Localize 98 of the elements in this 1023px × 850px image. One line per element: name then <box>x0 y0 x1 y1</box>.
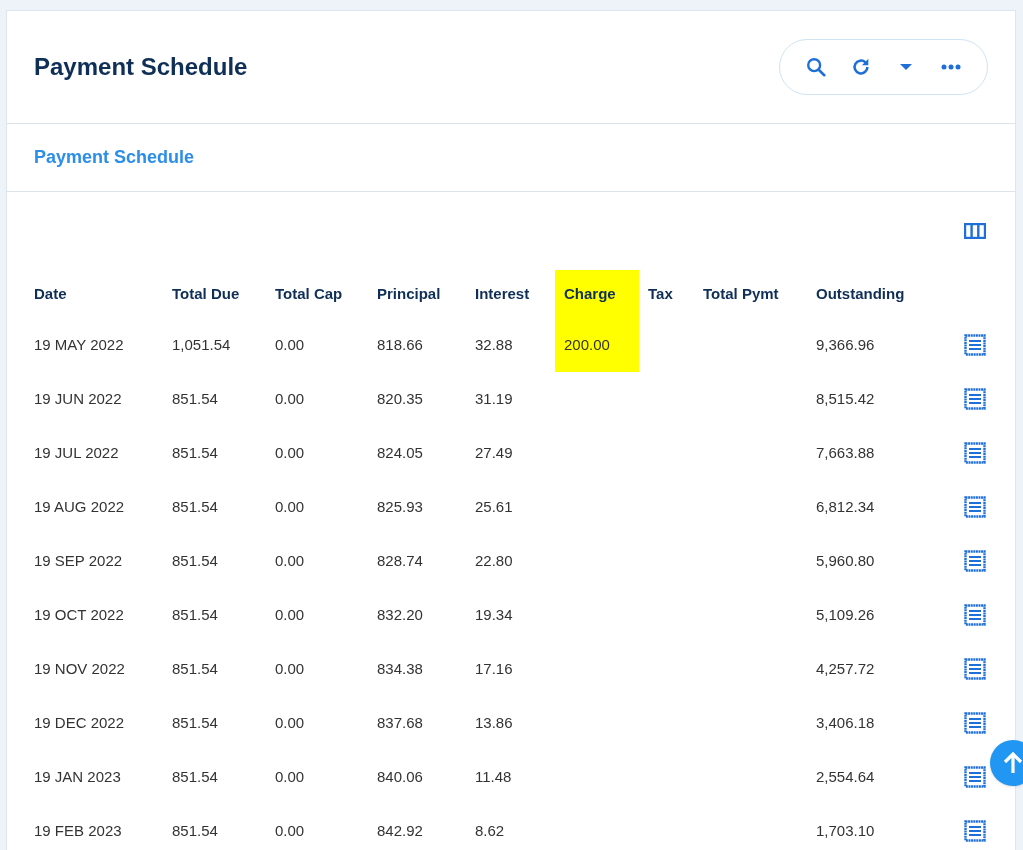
table-cell-text: 19 OCT 2022 <box>34 604 124 625</box>
table-cell-text: 4,257.72 <box>816 658 875 679</box>
section-tab[interactable]: Payment Schedule <box>34 144 195 171</box>
more-icon <box>940 64 961 70</box>
columns-icon <box>964 223 986 239</box>
table-cell-text: 851.54 <box>172 388 218 409</box>
table-cell-text: 19 AUG 2022 <box>34 496 125 517</box>
table-cell-text: 8.62 <box>475 820 505 841</box>
details-button[interactable] <box>964 712 986 734</box>
caret-icon <box>898 63 913 71</box>
search-icon <box>805 56 828 78</box>
details-button[interactable] <box>964 496 986 518</box>
column-header: Charge <box>555 270 639 318</box>
table-cell-text: 0.00 <box>275 820 305 841</box>
table-cell-text: 9,366.96 <box>816 334 875 355</box>
table-cell-text: 851.54 <box>172 496 218 517</box>
column-header: Total Pymt <box>702 283 780 304</box>
table-cell-text: 837.68 <box>377 712 423 733</box>
table-cell-text: 19.34 <box>475 604 513 625</box>
table-cell-text: 0.00 <box>275 604 305 625</box>
table-cell-text: 25.61 <box>475 496 513 517</box>
table-cell-text: 0.00 <box>275 712 305 733</box>
column-header: Principal <box>376 283 442 304</box>
table-cell-text: 0.00 <box>275 334 305 355</box>
table-cell-text: 6,812.34 <box>816 496 875 517</box>
column-header: Interest <box>474 283 531 304</box>
table-cell-text: 0.00 <box>275 442 305 463</box>
details-button[interactable] <box>964 334 986 356</box>
list-icon <box>964 658 986 680</box>
list-icon <box>964 442 986 464</box>
table-cell-text: 19 JUL 2022 <box>34 442 119 463</box>
table-cell-text: 17.16 <box>475 658 513 679</box>
list-icon <box>964 604 986 626</box>
column-header: Date <box>33 283 68 304</box>
details-button[interactable] <box>964 658 986 680</box>
table-cell-text: 0.00 <box>275 550 305 571</box>
table-cell-text: 31.19 <box>475 388 513 409</box>
table-cell-text: 19 JAN 2023 <box>34 766 121 787</box>
table-cell-text: 851.54 <box>172 658 218 679</box>
table-cell-text: 19 NOV 2022 <box>34 658 125 679</box>
table-cell-text: 851.54 <box>172 604 218 625</box>
columns-button[interactable] <box>964 223 986 239</box>
list-icon <box>964 820 986 842</box>
table-cell-text: 842.92 <box>377 820 423 841</box>
column-header: Total Cap <box>274 283 344 304</box>
details-button[interactable] <box>964 766 986 788</box>
details-button[interactable] <box>964 388 986 410</box>
table-cell-text: 840.06 <box>377 766 423 787</box>
table-cell-text: 2,554.64 <box>816 766 875 787</box>
arrow-up-icon <box>1003 752 1023 774</box>
list-icon <box>964 712 986 734</box>
table-cell-text: 832.20 <box>377 604 423 625</box>
table-cell-text: 19 MAY 2022 <box>34 334 124 355</box>
column-header: Tax <box>647 283 674 304</box>
table-cell-text: 820.35 <box>377 388 423 409</box>
table-cell-text: 32.88 <box>475 334 513 355</box>
table-cell-text: 851.54 <box>172 442 218 463</box>
table-cell-text: 0.00 <box>275 496 305 517</box>
table-cell-text: 19 FEB 2023 <box>34 820 122 841</box>
list-icon <box>964 334 986 356</box>
list-icon <box>964 388 986 410</box>
details-button[interactable] <box>964 604 986 626</box>
table-cell-text: 851.54 <box>172 766 218 787</box>
table-cell-text: 22.80 <box>475 550 513 571</box>
table-cell-text: 818.66 <box>377 334 423 355</box>
table-cell-text: 1,703.10 <box>816 820 875 841</box>
list-icon <box>964 496 986 518</box>
table-cell-text: 0.00 <box>275 388 305 409</box>
table-cell-text: 19 JUN 2022 <box>34 388 122 409</box>
table-cell-text: 851.54 <box>172 820 218 841</box>
table-cell-text: 5,960.80 <box>816 550 875 571</box>
table-cell-text: 1,051.54 <box>172 334 231 355</box>
table-cell-text: 828.74 <box>377 550 423 571</box>
table-cell-text: 5,109.26 <box>816 604 875 625</box>
list-icon <box>964 766 986 788</box>
list-icon <box>964 550 986 572</box>
table-cell-text: 13.86 <box>475 712 513 733</box>
table-cell-text: 825.93 <box>377 496 423 517</box>
table-cell-text: 834.38 <box>377 658 423 679</box>
table-cell-text: 19 SEP 2022 <box>34 550 123 571</box>
table-cell-text: 11.48 <box>475 766 512 787</box>
table-cell-text: 8,515.42 <box>816 388 875 409</box>
table-cell-text: 200.00 <box>564 334 610 355</box>
table-cell-text: 19 DEC 2022 <box>34 712 125 733</box>
details-button[interactable] <box>964 820 986 842</box>
table-cell-text: 824.05 <box>377 442 423 463</box>
details-button[interactable] <box>964 550 986 572</box>
table-cell-text: 851.54 <box>172 712 218 733</box>
table-cell-text: 3,406.18 <box>816 712 875 733</box>
page-title: Payment Schedule <box>34 52 248 82</box>
column-header: Outstanding <box>815 283 906 304</box>
column-header: Total Due <box>171 283 241 304</box>
table-cell-text: 0.00 <box>275 658 305 679</box>
details-button[interactable] <box>964 442 986 464</box>
table-cell-text: 0.00 <box>275 766 305 787</box>
table-cell-text: 851.54 <box>172 550 218 571</box>
table-cell-text: 27.49 <box>475 442 513 463</box>
table-cell-text: 7,663.88 <box>816 442 875 463</box>
